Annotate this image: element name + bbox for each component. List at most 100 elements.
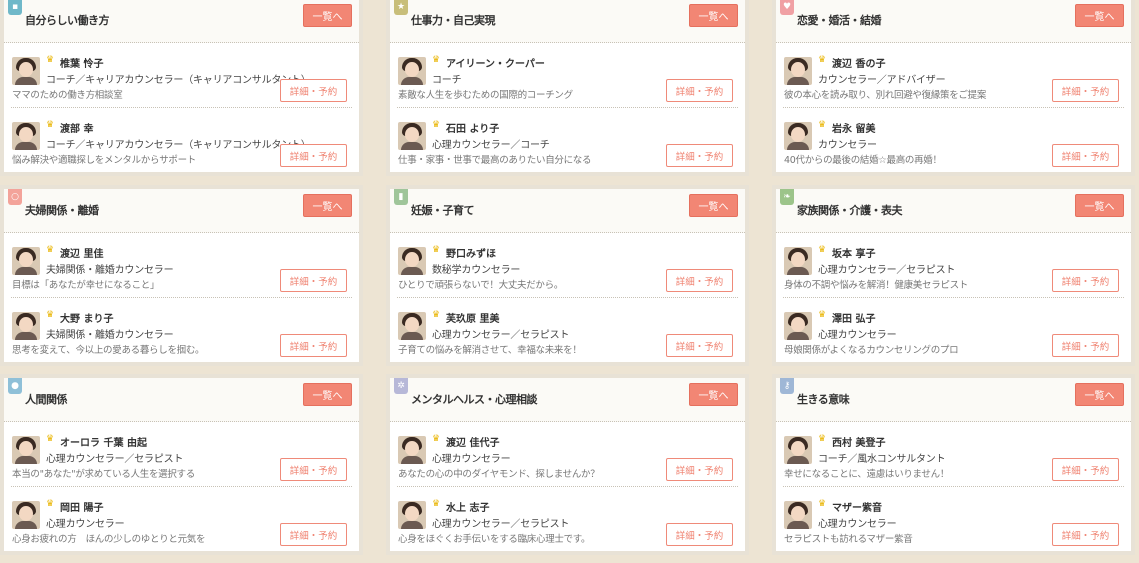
detail-reserve-button[interactable]: 詳細・予約 bbox=[280, 269, 347, 292]
counselor-entry[interactable]: ♛ 岩永 留美 カウンセラー 40代からの最後の結婚☆最高の再婚！ 詳細・予約 bbox=[776, 108, 1131, 172]
detail-reserve-button[interactable]: 詳細・予約 bbox=[1052, 79, 1119, 102]
detail-reserve-button[interactable]: 詳細・予約 bbox=[1052, 458, 1119, 481]
counselor-entry[interactable]: ♛ 渡辺 佳代子 心理カウンセラー あなたの心の中のダイヤモンド、探しませんか？… bbox=[390, 422, 745, 486]
view-list-button[interactable]: 一覧へ bbox=[303, 4, 352, 27]
counselor-role: 心理カウンセラー／セラピスト bbox=[432, 519, 570, 530]
view-list-button[interactable]: 一覧へ bbox=[689, 383, 738, 406]
category-card: ○ 夫婦関係・離婚 一覧へ ♛ 渡辺 里佳 夫婦関係・離婚カウンセラー 目標は「… bbox=[0, 185, 363, 366]
category-header: ❧ 家族関係・介護・表夫 一覧へ bbox=[776, 189, 1131, 233]
crown-icon: ♛ bbox=[432, 245, 441, 255]
detail-reserve-button[interactable]: 詳細・予約 bbox=[1052, 334, 1119, 357]
view-list-button[interactable]: 一覧へ bbox=[1075, 194, 1124, 217]
detail-reserve-button[interactable]: 詳細・予約 bbox=[1052, 523, 1119, 546]
counselor-name[interactable]: 岡田 陽子 bbox=[60, 499, 103, 514]
counselor-photo[interactable] bbox=[784, 57, 812, 85]
counselor-name[interactable]: 西村 美登子 bbox=[832, 434, 885, 449]
detail-reserve-button[interactable]: 詳細・予約 bbox=[666, 523, 733, 546]
view-list-button[interactable]: 一覧へ bbox=[1075, 4, 1124, 27]
counselor-entry[interactable]: ♛ 渡辺 香の子 カウンセラー／アドバイザー 彼の本心を読み取り、別れ回避や復縁… bbox=[776, 43, 1131, 107]
counselor-photo[interactable] bbox=[12, 247, 40, 275]
detail-reserve-button[interactable]: 詳細・予約 bbox=[280, 334, 347, 357]
counselor-entry[interactable]: ♛ 石田 より子 心理カウンセラー／コーチ 仕事・家事・世事で最高のありたい自分… bbox=[390, 108, 745, 172]
view-list-button[interactable]: 一覧へ bbox=[303, 383, 352, 406]
counselor-photo[interactable] bbox=[784, 122, 812, 150]
detail-reserve-button[interactable]: 詳細・予約 bbox=[1052, 269, 1119, 292]
counselor-name[interactable]: 岩永 留美 bbox=[832, 120, 875, 135]
counselor-entry[interactable]: ♛ アイリーン・クーパー コーチ 素敵な人生を歩むための国際的コーチング 詳細・… bbox=[390, 43, 745, 107]
counselor-name[interactable]: 渡辺 佳代子 bbox=[446, 434, 499, 449]
counselor-photo[interactable] bbox=[398, 501, 426, 529]
detail-reserve-button[interactable]: 詳細・予約 bbox=[280, 79, 347, 102]
counselor-photo[interactable] bbox=[12, 312, 40, 340]
counselor-photo[interactable] bbox=[12, 501, 40, 529]
counselor-photo[interactable] bbox=[398, 57, 426, 85]
counselor-photo[interactable] bbox=[398, 312, 426, 340]
counselor-name[interactable]: 芙玖原 里美 bbox=[446, 310, 499, 325]
category-card: ● 人間関係 一覧へ ♛ オーロラ 千葉 由起 心理カウンセラー／セラピスト 本… bbox=[0, 374, 363, 555]
view-list-button[interactable]: 一覧へ bbox=[1075, 383, 1124, 406]
counselor-name[interactable]: マザー紫音 bbox=[832, 499, 882, 514]
counselor-photo[interactable] bbox=[398, 122, 426, 150]
counselor-role: 心理カウンセラー bbox=[432, 454, 511, 465]
crown-icon: ♛ bbox=[818, 245, 827, 255]
counselor-role: 心理カウンセラー bbox=[818, 519, 897, 530]
counselor-name[interactable]: 椎葉 怜子 bbox=[60, 55, 103, 70]
counselor-entry[interactable]: ♛ 渡辺 里佳 夫婦関係・離婚カウンセラー 目標は「あなたが幸せになること」 詳… bbox=[4, 233, 359, 297]
counselor-entry[interactable]: ♛ 渡部 幸 コーチ／キャリアカウンセラー（キャリアコンサルタント） 悩み解決や… bbox=[4, 108, 359, 172]
detail-reserve-button[interactable]: 詳細・予約 bbox=[666, 269, 733, 292]
detail-reserve-button[interactable]: 詳細・予約 bbox=[666, 79, 733, 102]
counselor-description: あなたの心の中のダイヤモンド、探しませんか？ bbox=[398, 469, 600, 480]
category-header: ♥ 恋愛・婚活・結婚 一覧へ bbox=[776, 0, 1131, 43]
counselor-entry[interactable]: ♛ オーロラ 千葉 由起 心理カウンセラー／セラピスト 本当の"あなた"が求めて… bbox=[4, 422, 359, 486]
counselor-name[interactable]: 澤田 弘子 bbox=[832, 310, 875, 325]
crown-icon: ♛ bbox=[818, 120, 827, 130]
counselor-role: 心理カウンセラー bbox=[46, 519, 125, 530]
counselor-entry[interactable]: ♛ 坂本 享子 心理カウンセラー／セラピスト 身体の不調や悩みを解消！健康美セラ… bbox=[776, 233, 1131, 297]
counselor-name[interactable]: 野口みずほ bbox=[446, 245, 496, 260]
counselor-name[interactable]: 水上 志子 bbox=[446, 499, 489, 514]
detail-reserve-button[interactable]: 詳細・予約 bbox=[280, 523, 347, 546]
counselor-entry[interactable]: ♛ 大野 まり子 夫婦関係・離婚カウンセラー 思考を変えて、今以上の愛ある暮らし… bbox=[4, 298, 359, 362]
counselor-photo[interactable] bbox=[12, 122, 40, 150]
crown-icon: ♛ bbox=[46, 245, 55, 255]
detail-reserve-button[interactable]: 詳細・予約 bbox=[280, 144, 347, 167]
counselor-photo[interactable] bbox=[784, 501, 812, 529]
counselor-photo[interactable] bbox=[12, 436, 40, 464]
counselor-entry[interactable]: ♛ 西村 美登子 コーチ／風水コンサルタント 幸せになることに、遠慮はいりません… bbox=[776, 422, 1131, 486]
counselor-entry[interactable]: ♛ 芙玖原 里美 心理カウンセラー／セラピスト 子育ての悩みを解消させて、幸福な… bbox=[390, 298, 745, 362]
view-list-button[interactable]: 一覧へ bbox=[689, 194, 738, 217]
counselor-role: カウンセラー bbox=[818, 140, 877, 151]
counselor-photo[interactable] bbox=[398, 247, 426, 275]
counselor-entry[interactable]: ♛ 椎葉 怜子 コーチ／キャリアカウンセラー（キャリアコンサルタント） ママのた… bbox=[4, 43, 359, 107]
counselor-photo[interactable] bbox=[784, 436, 812, 464]
counselor-name[interactable]: 渡部 幸 bbox=[60, 120, 93, 135]
counselor-name[interactable]: 坂本 享子 bbox=[832, 245, 875, 260]
person-icon: ● bbox=[8, 378, 22, 394]
category-card: ▪ 自分らしい働き方 一覧へ ♛ 椎葉 怜子 コーチ／キャリアカウンセラー（キャ… bbox=[0, 0, 363, 176]
counselor-photo[interactable] bbox=[784, 247, 812, 275]
view-list-button[interactable]: 一覧へ bbox=[689, 4, 738, 27]
counselor-name[interactable]: アイリーン・クーパー bbox=[446, 55, 545, 70]
counselor-name[interactable]: 石田 より子 bbox=[446, 120, 499, 135]
detail-reserve-button[interactable]: 詳細・予約 bbox=[666, 458, 733, 481]
detail-reserve-button[interactable]: 詳細・予約 bbox=[666, 334, 733, 357]
counselor-entry[interactable]: ♛ 水上 志子 心理カウンセラー／セラピスト 心身をほぐくお手伝いをする臨床心理… bbox=[390, 487, 745, 551]
rings-icon: ○ bbox=[8, 189, 22, 205]
counselor-entry[interactable]: ♛ 澤田 弘子 心理カウンセラー 母娘関係がよくなるカウンセリングのプロ 詳細・… bbox=[776, 298, 1131, 362]
counselor-photo[interactable] bbox=[12, 57, 40, 85]
counselor-entry[interactable]: ♛ マザー紫音 心理カウンセラー セラピストも訪れるマザー紫音 詳細・予約 bbox=[776, 487, 1131, 551]
detail-reserve-button[interactable]: 詳細・予約 bbox=[1052, 144, 1119, 167]
counselor-role: 夫婦関係・離婚カウンセラー bbox=[46, 330, 174, 341]
counselor-name[interactable]: 大野 まり子 bbox=[60, 310, 113, 325]
view-list-button[interactable]: 一覧へ bbox=[303, 194, 352, 217]
counselor-photo[interactable] bbox=[784, 312, 812, 340]
counselor-photo[interactable] bbox=[398, 436, 426, 464]
crown-icon: ♛ bbox=[432, 310, 441, 320]
counselor-name[interactable]: オーロラ 千葉 由起 bbox=[60, 434, 147, 449]
detail-reserve-button[interactable]: 詳細・予約 bbox=[666, 144, 733, 167]
counselor-entry[interactable]: ♛ 岡田 陽子 心理カウンセラー 心身お疲れの方 ほんの少しのゆとりと元気を 詳… bbox=[4, 487, 359, 551]
counselor-name[interactable]: 渡辺 香の子 bbox=[832, 55, 885, 70]
counselor-name[interactable]: 渡辺 里佳 bbox=[60, 245, 103, 260]
counselor-entry[interactable]: ♛ 野口みずほ 数秘学カウンセラー ひとりで頑張らないで！大丈夫だから。 詳細・… bbox=[390, 233, 745, 297]
detail-reserve-button[interactable]: 詳細・予約 bbox=[280, 458, 347, 481]
